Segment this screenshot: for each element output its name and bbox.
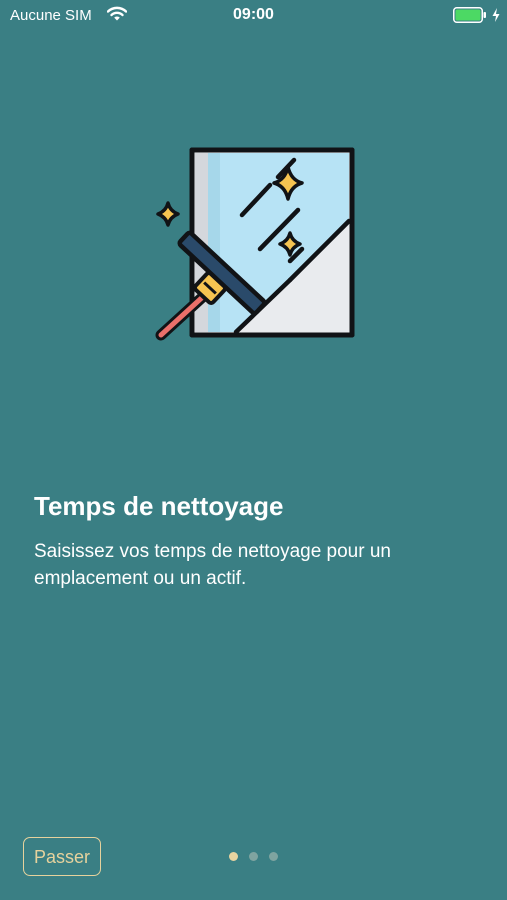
page-dot-1-active[interactable] — [229, 852, 238, 861]
status-time: 09:00 — [233, 6, 274, 23]
onboarding-title: Temps de nettoyage — [34, 491, 284, 521]
charging-icon — [492, 8, 500, 22]
skip-button[interactable]: Passer — [23, 837, 101, 876]
battery-icon — [453, 7, 486, 23]
onboarding-description: Saisissez vos temps de nettoyage pour un… — [34, 541, 391, 589]
page-indicator[interactable] — [229, 852, 289, 862]
status-bar: Aucune SIM 09:00 — [0, 0, 507, 30]
page-dot-3[interactable] — [269, 852, 278, 861]
window-squeegee-icon — [155, 147, 355, 341]
page-dot-2[interactable] — [249, 852, 258, 861]
